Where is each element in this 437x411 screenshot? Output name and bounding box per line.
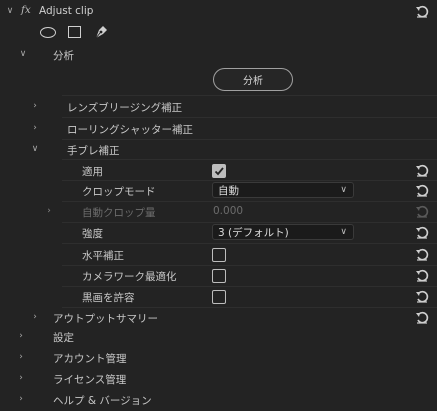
camerawork-row: カメラワーク最適化 — [0, 265, 437, 286]
lens-breathing-section[interactable]: › レンズブリージング補正 — [0, 96, 437, 117]
chevron-down-icon[interactable]: ∨ — [5, 6, 15, 16]
apply-checkbox[interactable] — [212, 164, 226, 178]
analysis-section-label: 分析 — [53, 50, 74, 62]
analyze-button[interactable]: 分析 — [213, 68, 293, 91]
auto-crop-row: › 自動クロップ量 0.000 — [0, 201, 437, 222]
apply-row: 適用 — [0, 160, 437, 181]
stabilization-label: 手ブレ補正 — [67, 145, 120, 157]
chevron-right-icon[interactable]: › — [16, 331, 26, 341]
reset-icon[interactable] — [415, 5, 429, 19]
lens-breathing-label: レンズブリージング補正 — [67, 102, 183, 114]
horizon-checkbox[interactable] — [212, 248, 226, 262]
black-checkbox[interactable] — [212, 290, 226, 304]
apply-label: 適用 — [82, 166, 103, 178]
mask-tools — [0, 22, 437, 43]
crop-mode-row: クロップモード 自動 ∨ — [0, 180, 437, 201]
effect-title: Adjust clip — [39, 5, 94, 17]
output-summary-label: アウトプットサマリー — [53, 313, 158, 325]
strength-value: 3 (デフォルト) — [218, 226, 289, 239]
analysis-section-header[interactable]: ∨ 分析 — [0, 44, 437, 65]
account-section[interactable]: › アカウント管理 — [0, 347, 437, 368]
output-summary-section[interactable]: › アウトプットサマリー — [0, 307, 437, 328]
strength-select[interactable]: 3 (デフォルト) ∨ — [212, 224, 354, 240]
reset-icon[interactable] — [415, 248, 429, 262]
pen-mask-icon[interactable] — [93, 24, 109, 40]
strength-row: 強度 3 (デフォルト) ∨ — [0, 222, 437, 243]
chevron-down-icon[interactable]: ∨ — [30, 144, 40, 154]
reset-icon[interactable] — [415, 311, 429, 325]
chevron-right-icon[interactable]: › — [44, 206, 54, 216]
camerawork-label: カメラワーク最適化 — [82, 271, 177, 283]
rolling-shutter-section[interactable]: › ローリングシャッター補正 — [0, 118, 437, 139]
strength-label: 強度 — [82, 228, 103, 240]
rolling-shutter-label: ローリングシャッター補正 — [67, 124, 193, 136]
auto-crop-value: 0.000 — [213, 205, 244, 217]
reset-icon[interactable] — [415, 164, 429, 178]
horizon-label: 水平補正 — [82, 250, 124, 262]
effect-header[interactable]: ∨ fx Adjust clip — [0, 1, 437, 22]
settings-section[interactable]: › 設定 — [0, 326, 437, 347]
chevron-right-icon[interactable]: › — [16, 394, 26, 404]
crop-mode-label: クロップモード — [82, 186, 156, 198]
help-section[interactable]: › ヘルプ & バージョン — [0, 389, 437, 410]
reset-icon[interactable] — [415, 226, 429, 240]
account-label: アカウント管理 — [53, 353, 127, 365]
reset-icon[interactable] — [415, 269, 429, 283]
chevron-right-icon[interactable]: › — [30, 312, 40, 322]
crop-mode-value: 自動 — [218, 184, 239, 197]
crop-mode-select[interactable]: 自動 ∨ — [212, 182, 354, 198]
chevron-down-icon: ∨ — [340, 227, 347, 237]
chevron-right-icon[interactable]: › — [16, 373, 26, 383]
chevron-right-icon[interactable]: › — [16, 352, 26, 362]
chevron-down-icon[interactable]: ∨ — [18, 49, 28, 59]
horizon-row: 水平補正 — [0, 244, 437, 265]
rectangle-mask-icon[interactable] — [68, 26, 81, 38]
chevron-right-icon[interactable]: › — [30, 123, 40, 133]
reset-icon[interactable] — [415, 184, 429, 198]
black-label: 黒画を許容 — [82, 292, 135, 304]
license-label: ライセンス管理 — [53, 374, 127, 386]
reset-icon — [415, 205, 429, 219]
chevron-down-icon: ∨ — [340, 185, 347, 195]
help-label: ヘルプ & バージョン — [53, 395, 152, 407]
chevron-right-icon[interactable]: › — [30, 101, 40, 111]
settings-label: 設定 — [53, 332, 74, 344]
fx-icon: fx — [21, 4, 31, 16]
ellipse-mask-icon[interactable] — [40, 27, 56, 38]
reset-icon[interactable] — [415, 290, 429, 304]
black-row: 黒画を許容 — [0, 286, 437, 307]
stabilization-section[interactable]: ∨ 手ブレ補正 — [0, 139, 437, 160]
auto-crop-label: 自動クロップ量 — [82, 207, 156, 219]
license-section[interactable]: › ライセンス管理 — [0, 368, 437, 389]
camerawork-checkbox[interactable] — [212, 269, 226, 283]
